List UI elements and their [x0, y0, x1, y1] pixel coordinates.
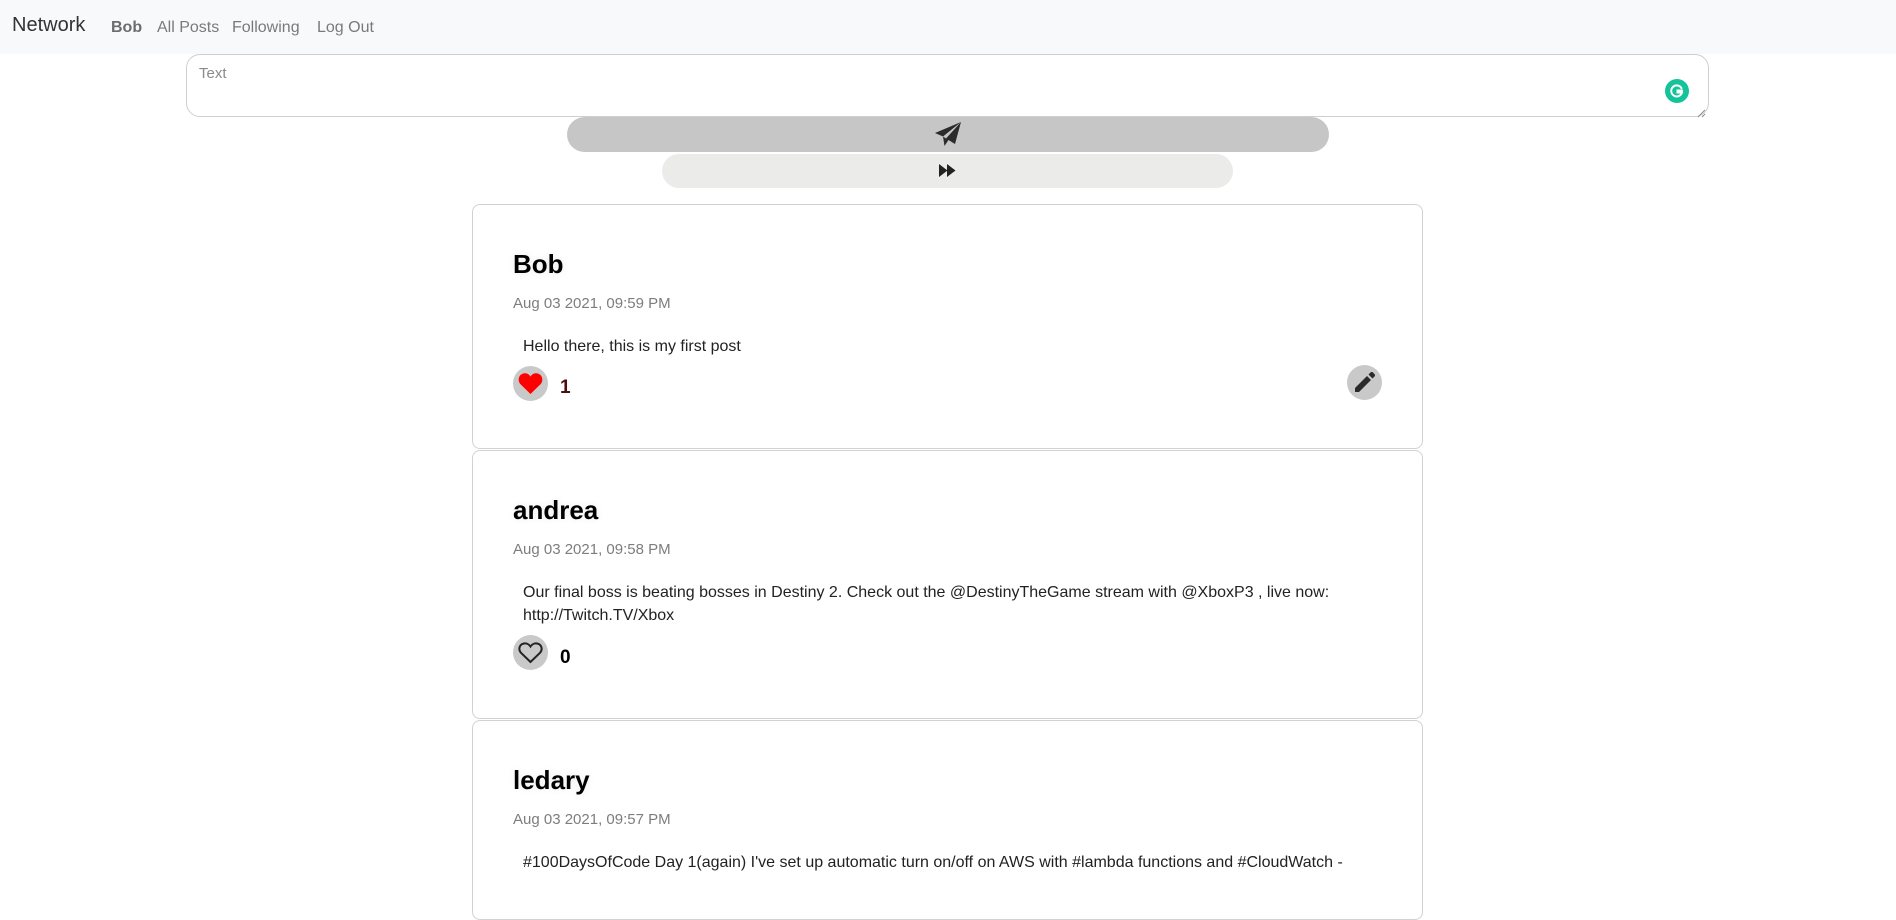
like-button[interactable]	[513, 366, 548, 401]
post-author[interactable]: ledary	[513, 765, 590, 796]
nav-link-user-profile[interactable]: Bob	[111, 19, 142, 37]
post-card: andrea Aug 03 2021, 09:58 PM Our final b…	[472, 450, 1423, 719]
like-count: 1	[560, 377, 571, 398]
post-content: #100DaysOfCode Day 1(again) I've set up …	[523, 854, 1343, 871]
textarea-resize-handle[interactable]	[1697, 105, 1706, 118]
grammarly-icon[interactable]	[1665, 79, 1689, 103]
like-button[interactable]	[513, 635, 548, 670]
compose-box	[186, 54, 1709, 118]
post-author[interactable]: Bob	[513, 249, 564, 280]
post-text-input[interactable]	[199, 65, 1639, 105]
navbar-brand[interactable]: Network	[12, 14, 85, 37]
post-card: Bob Aug 03 2021, 09:59 PM Hello there, t…	[472, 204, 1423, 449]
nav-link-all-posts[interactable]: All Posts	[157, 19, 219, 37]
post-card: ledary Aug 03 2021, 09:57 PM #100DaysOfC…	[472, 720, 1423, 920]
post-timestamp: Aug 03 2021, 09:59 PM	[513, 295, 671, 312]
post-content: Our final boss is beating bosses in Dest…	[523, 584, 1330, 624]
post-timestamp: Aug 03 2021, 09:57 PM	[513, 811, 671, 828]
nav-link-logout[interactable]: Log Out	[317, 19, 374, 37]
edit-post-button[interactable]	[1347, 365, 1382, 400]
send-post-button[interactable]	[567, 117, 1329, 152]
post-content: Hello there, this is my first post	[523, 338, 741, 355]
next-page-button[interactable]	[662, 154, 1233, 188]
navbar: Network Bob All Posts Following Log Out	[0, 0, 1896, 54]
nav-link-following[interactable]: Following	[232, 19, 300, 37]
post-timestamp: Aug 03 2021, 09:58 PM	[513, 541, 671, 558]
post-author[interactable]: andrea	[513, 495, 598, 526]
like-count: 0	[560, 647, 571, 668]
